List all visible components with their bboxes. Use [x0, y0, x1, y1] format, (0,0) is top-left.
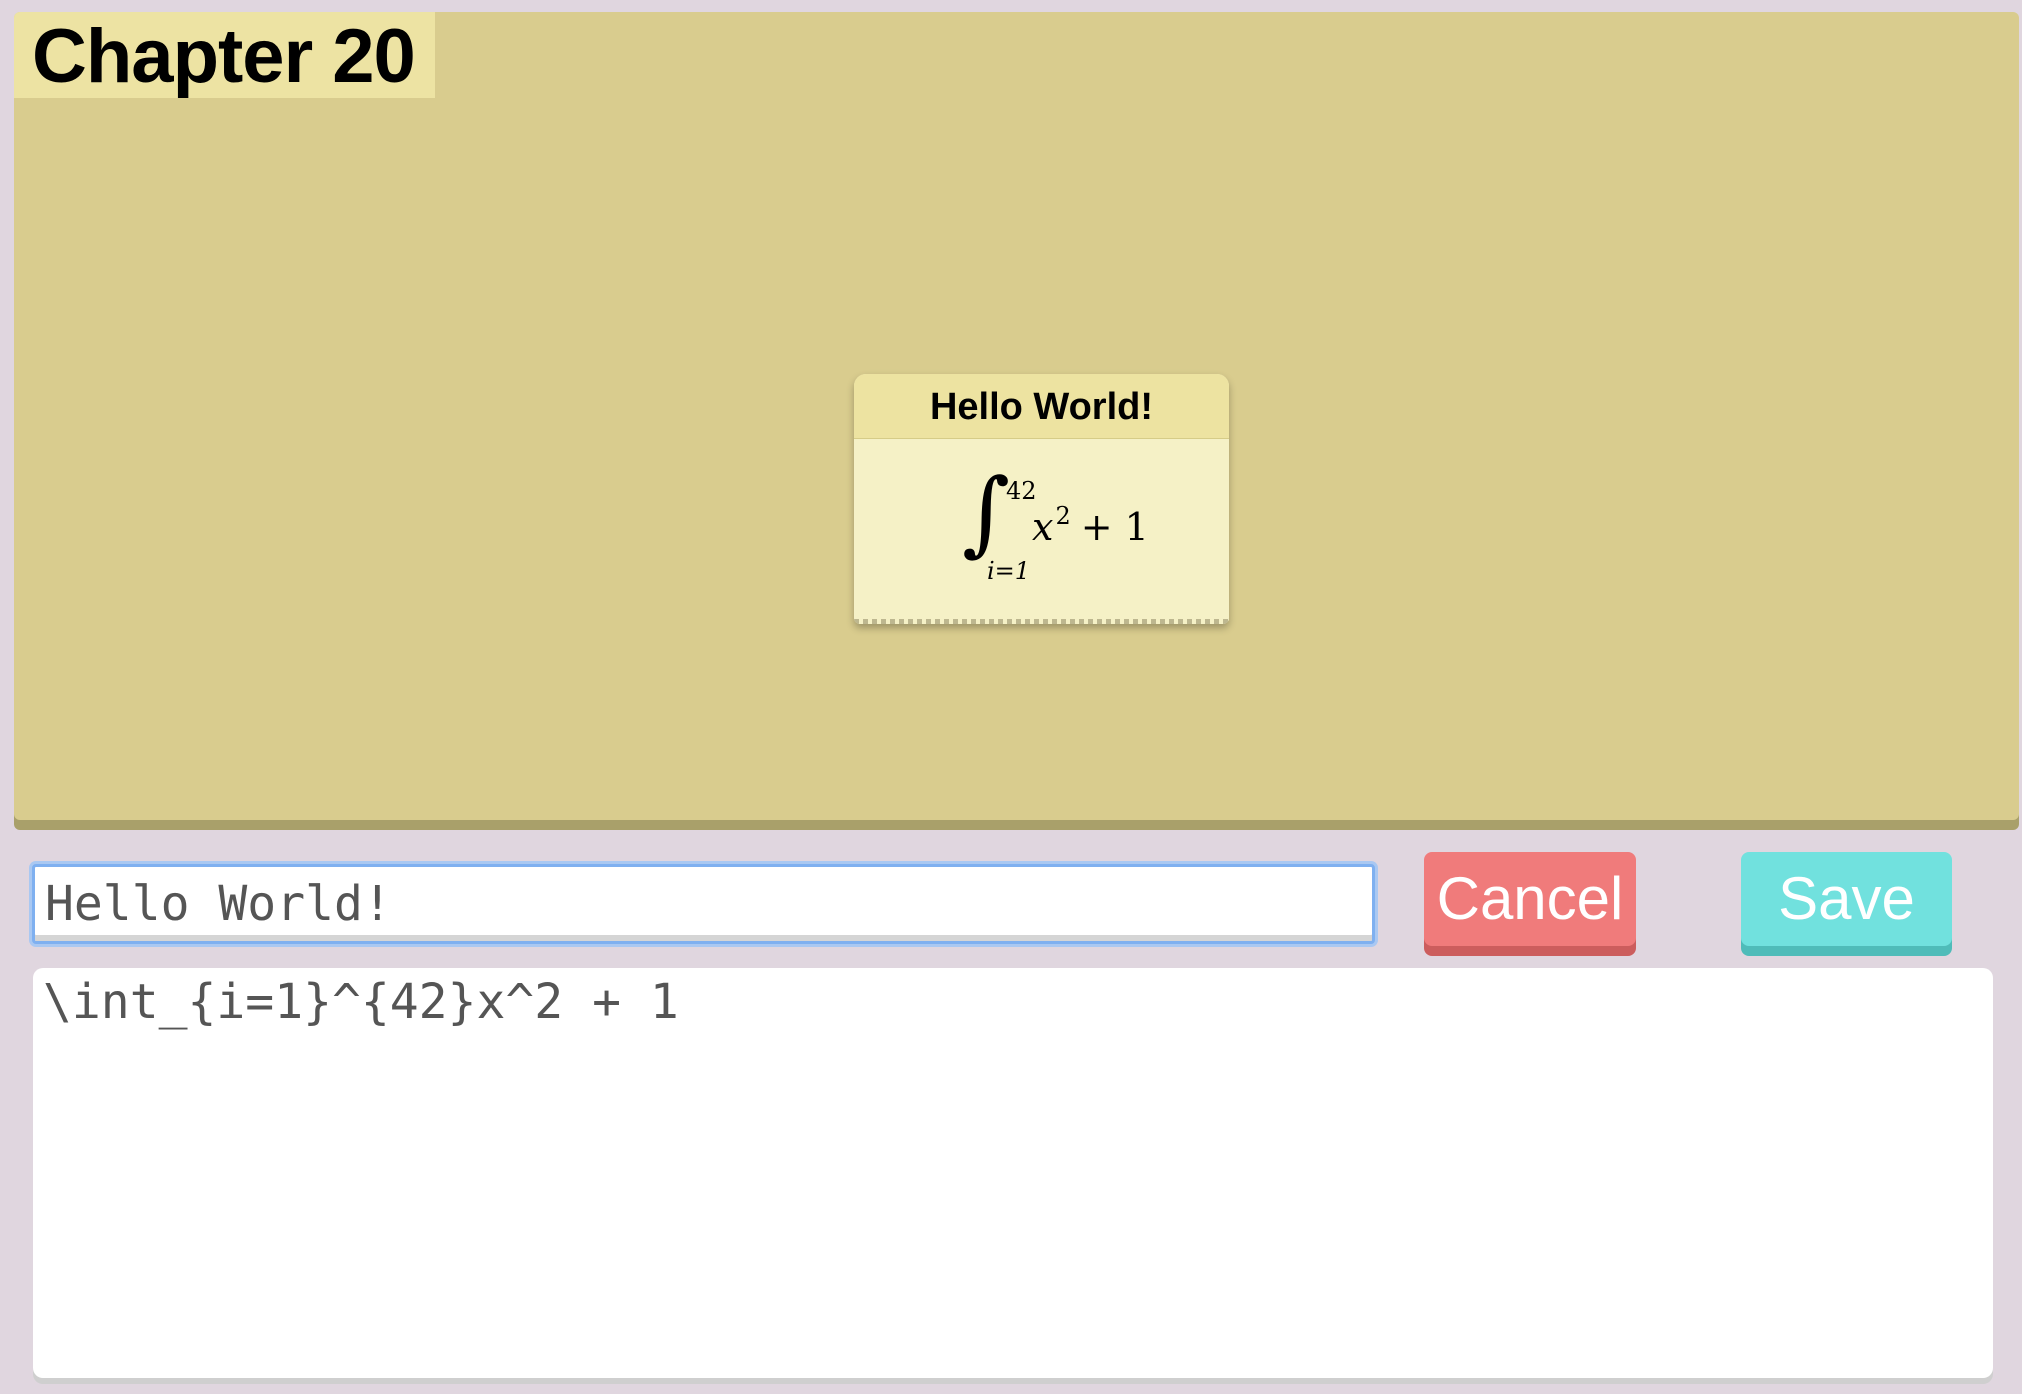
card-body: ∫ 42 i=1 x2 + 1 — [854, 439, 1229, 624]
chapter-title: Chapter 20 — [14, 12, 435, 98]
integrand-variable: x — [1032, 505, 1054, 549]
chapter-board: Chapter 20 Hello World! ∫ 42 i=1 x2 + 1 — [14, 12, 2019, 820]
integrand-rest: + 1 — [1080, 505, 1149, 549]
card-title: Hello World! — [854, 374, 1229, 439]
upper-limit: 42 — [1006, 477, 1037, 505]
integrand: x2 + 1 — [1032, 502, 1149, 554]
card-perforated-edge — [854, 619, 1229, 624]
cancel-button[interactable]: Cancel — [1424, 852, 1636, 946]
card-title-input[interactable] — [32, 864, 1375, 944]
integral-sign: ∫ — [962, 459, 1010, 566]
rendered-formula: ∫ 42 i=1 x2 + 1 — [854, 439, 1229, 619]
lower-limit: i=1 — [987, 557, 1031, 585]
latex-source-input[interactable]: \int_{i=1}^{42}x^2 + 1 — [33, 968, 1993, 1378]
save-button[interactable]: Save — [1741, 852, 1952, 946]
integrand-exponent: 2 — [1055, 502, 1071, 530]
formula-card[interactable]: Hello World! ∫ 42 i=1 x2 + 1 — [854, 374, 1229, 624]
